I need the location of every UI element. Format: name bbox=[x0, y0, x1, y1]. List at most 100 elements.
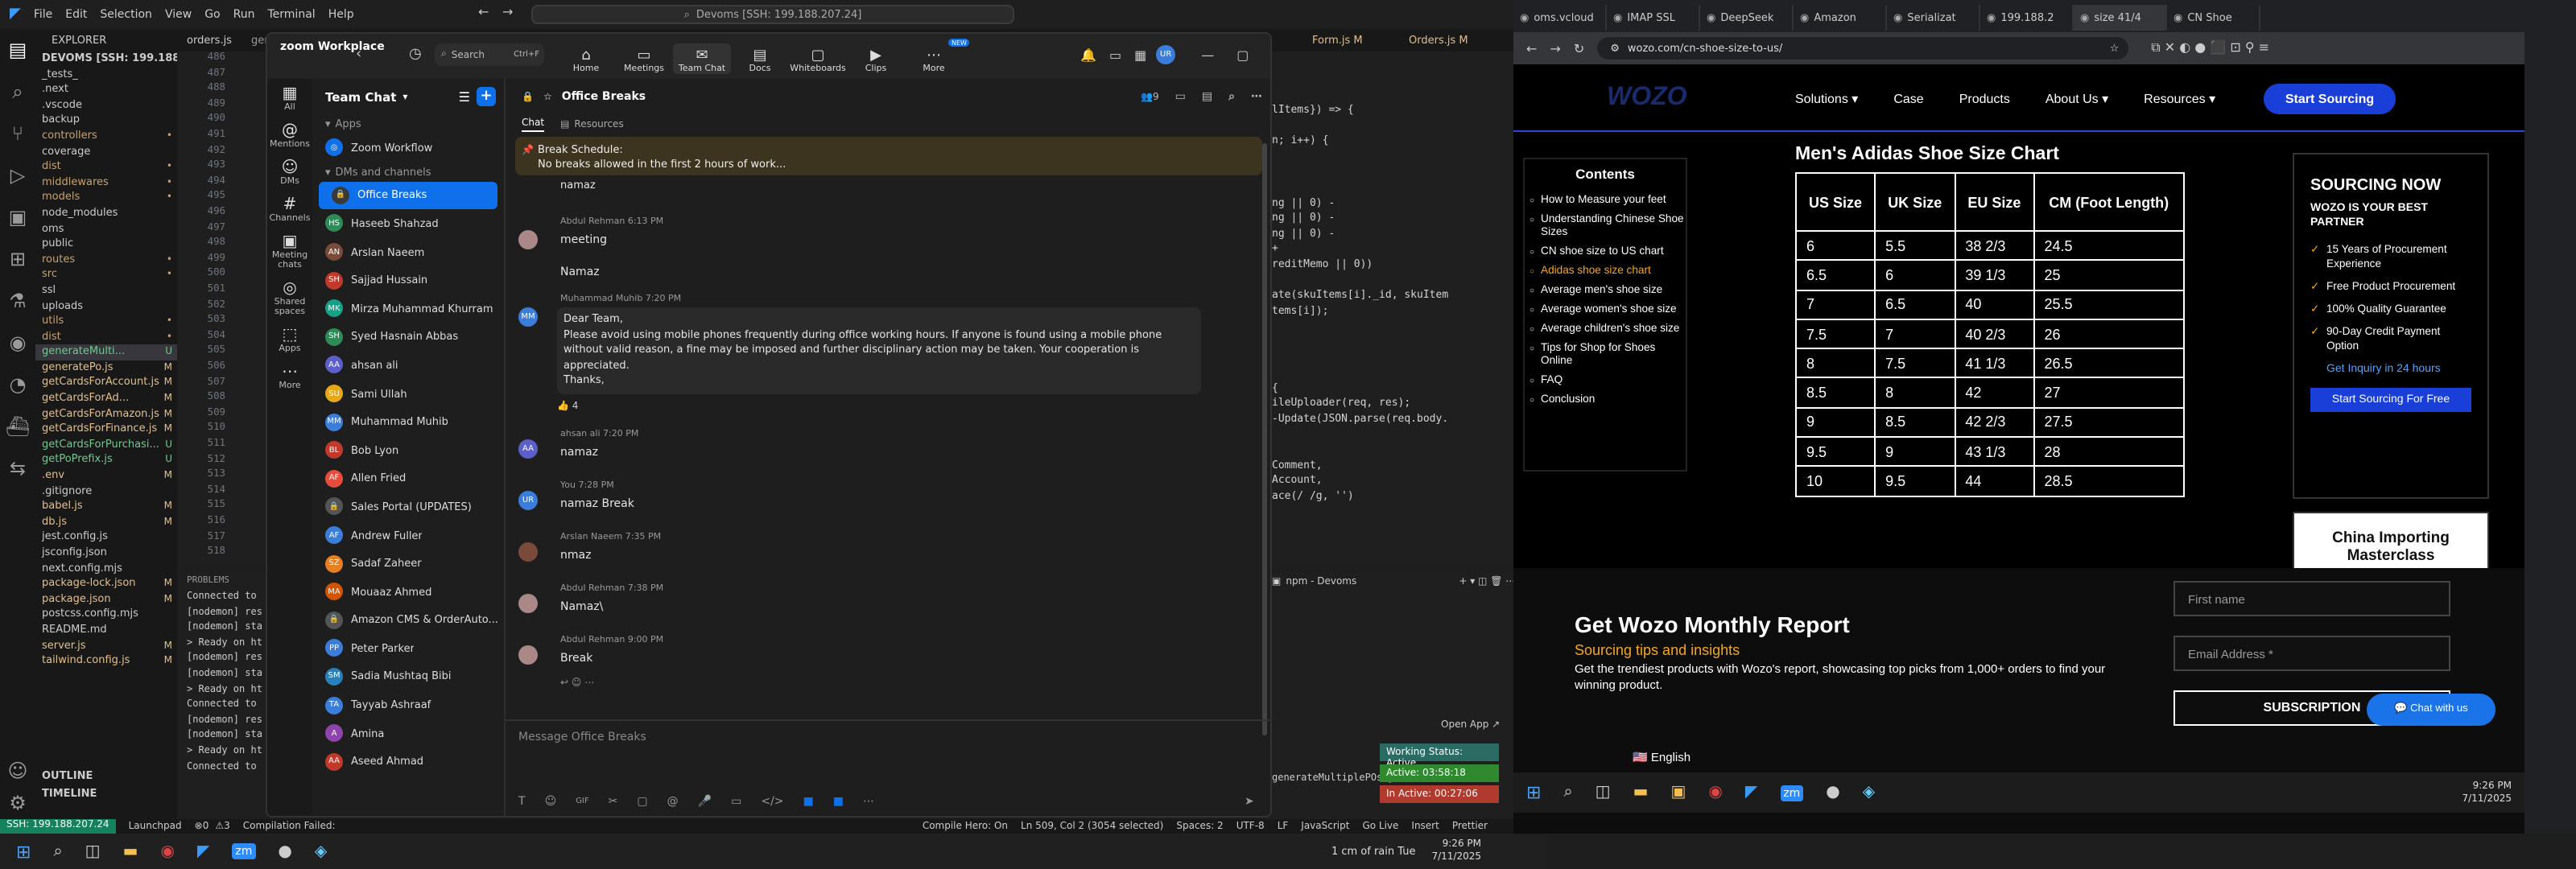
site-nav-item[interactable]: Resources ▾ bbox=[2144, 92, 2215, 106]
browser-tab[interactable]: ◉ DeepSeek bbox=[1700, 5, 1794, 31]
clock-left[interactable]: 9:26 PM 7/11/2025 bbox=[1431, 838, 1481, 864]
channel-item[interactable]: A Amina bbox=[312, 719, 504, 748]
code-icon[interactable]: </> bbox=[761, 795, 783, 808]
forward-arrow-icon[interactable]: → bbox=[502, 5, 513, 19]
file-tree-item[interactable]: db.js M bbox=[35, 515, 177, 530]
menu-edit[interactable]: Edit bbox=[65, 8, 87, 21]
channel-item[interactable]: TA Tayyab Ashraaf bbox=[312, 691, 504, 719]
mention-icon[interactable]: @ bbox=[667, 795, 679, 808]
chrome-icon[interactable]: ◉ bbox=[160, 842, 174, 860]
nav-more[interactable]: ⋯ More bbox=[905, 43, 963, 73]
prettier-status[interactable]: Prettier bbox=[1452, 821, 1488, 832]
file-tree-item[interactable]: models • bbox=[35, 191, 177, 206]
file-tree-item[interactable]: ssl bbox=[35, 283, 177, 299]
error-count[interactable]: 0 bbox=[203, 821, 209, 832]
calendar-icon[interactable]: ▦ bbox=[1134, 47, 1146, 62]
menu-selection[interactable]: Selection bbox=[100, 8, 152, 21]
channel-item[interactable]: SH Syed Hasnain Abbas bbox=[312, 323, 504, 351]
file-tree-item[interactable]: routes • bbox=[35, 252, 177, 267]
file-tree-item[interactable]: next.config.mjs bbox=[35, 561, 177, 576]
file-tree-item[interactable]: getCardsForFinance.js M bbox=[35, 422, 177, 438]
menu-terminal[interactable]: Terminal bbox=[268, 8, 316, 21]
channel-item[interactable]: SM Sadia Mushtaq Bibi bbox=[312, 662, 504, 690]
channel-item[interactable]: 🔒 Amazon CMS & OrderAuto... bbox=[312, 606, 504, 634]
zoom-workflow-item[interactable]: ◎ Zoom Workflow bbox=[312, 134, 504, 162]
avatar[interactable] bbox=[518, 594, 538, 613]
video-icon[interactable]: ▭ bbox=[1175, 90, 1186, 103]
nav-clips[interactable]: ▶ Clips bbox=[847, 43, 905, 73]
emoji-icon[interactable]: ☺ bbox=[545, 795, 557, 808]
workspace-root[interactable]: DEVOMS [SSH: 199.188.20... bbox=[35, 51, 177, 67]
back-arrow-icon[interactable]: ← bbox=[478, 5, 489, 19]
source-control-icon[interactable]: ⑂ bbox=[0, 113, 35, 154]
file-tree-item[interactable]: middlewares • bbox=[35, 175, 177, 191]
author-name[interactable]: You bbox=[560, 481, 576, 491]
chat-with-us-button[interactable]: 💬 Chat with us bbox=[2367, 694, 2496, 726]
author-name[interactable]: Abdul Rehman bbox=[560, 584, 625, 594]
sidebar-item-mentions[interactable]: @ Mentions bbox=[267, 122, 312, 150]
file-tree-item[interactable]: tailwind.config.js M bbox=[35, 653, 177, 669]
history-icon[interactable]: ◷ bbox=[409, 47, 422, 63]
file-tree-item[interactable]: jest.config.js bbox=[35, 530, 177, 546]
new-chat-button[interactable]: + bbox=[477, 87, 496, 106]
outline-section[interactable]: OUTLINE bbox=[35, 769, 177, 785]
browser-tab[interactable]: ◉ 199.188.2 bbox=[1980, 5, 2074, 31]
remote-indicator[interactable]: SSH: 199.188.207.24 bbox=[0, 819, 116, 834]
contents-item[interactable]: ○ Conclusion bbox=[1525, 394, 1686, 407]
avatar[interactable]: UR bbox=[518, 491, 538, 510]
file-tree-item[interactable]: dist • bbox=[35, 159, 177, 175]
indentation[interactable]: Spaces: 2 bbox=[1176, 821, 1223, 832]
author-name[interactable]: Arslan Naeem bbox=[560, 533, 622, 542]
file-tree-item[interactable]: .gitignore bbox=[35, 484, 177, 499]
zoom-icon[interactable]: zm bbox=[1780, 785, 1804, 801]
chrome-icon[interactable]: ◉ bbox=[1708, 784, 1722, 801]
file-tree-item[interactable]: src • bbox=[35, 268, 177, 283]
start-sourcing-button[interactable]: Start Sourcing bbox=[2264, 84, 2396, 114]
message-actions[interactable]: ↩ ☺ ⋯ bbox=[560, 677, 594, 689]
contents-item[interactable]: ○ Average women's shoe size bbox=[1525, 304, 1686, 317]
whiteboard-icon[interactable]: ▭ bbox=[1109, 47, 1121, 62]
avatar[interactable] bbox=[518, 645, 538, 665]
go-live[interactable]: Go Live bbox=[1362, 821, 1398, 832]
timeline-section[interactable]: TIMELINE bbox=[35, 787, 177, 802]
pinned-message[interactable]: 📌 Break Schedule: No breaks allowed in t… bbox=[515, 137, 1262, 175]
app-icon-2[interactable]: ■ bbox=[833, 795, 844, 808]
message-input[interactable]: Message Office Breaks bbox=[518, 731, 646, 743]
file-tree-item[interactable]: generatePo.js M bbox=[35, 360, 177, 376]
run-debug-icon[interactable]: ▷ bbox=[0, 154, 35, 196]
remote-explorer-icon[interactable]: ▣ bbox=[0, 196, 35, 238]
file-tree-item[interactable]: oms bbox=[35, 221, 177, 237]
file-tree-item[interactable]: getCardsForAccount.js M bbox=[35, 376, 177, 391]
file-tree-item[interactable]: README.md bbox=[35, 623, 177, 638]
author-name[interactable]: Muhammad Muhib bbox=[560, 294, 642, 304]
sidebar-item-more[interactable]: ⋯ More bbox=[267, 364, 312, 391]
contents-item[interactable]: ○ CN shoe size to US chart bbox=[1525, 246, 1686, 259]
panel-tab-problems[interactable]: PROBLEMS bbox=[177, 571, 266, 591]
testing-icon[interactable]: ⚗ bbox=[0, 280, 35, 322]
launchpad-item[interactable]: Launchpad bbox=[129, 821, 182, 832]
author-name[interactable]: ahsan ali bbox=[560, 430, 601, 439]
format-icon[interactable]: T bbox=[518, 795, 526, 808]
attach-icon[interactable]: ▢ bbox=[637, 795, 647, 808]
file-tree-item[interactable]: dist • bbox=[35, 329, 177, 344]
apps-section-header[interactable]: ▾ Apps bbox=[312, 114, 504, 134]
search-icon[interactable]: ⌕ bbox=[0, 71, 35, 113]
browser-tab[interactable]: ◉ Serializat bbox=[1887, 5, 1980, 31]
contents-item[interactable]: ○ Average men's shoe size bbox=[1525, 285, 1686, 298]
vscode-icon[interactable]: ◤ bbox=[197, 842, 209, 860]
gear-icon[interactable]: ⚙ bbox=[0, 782, 35, 824]
store-icon[interactable]: ▣ bbox=[1670, 784, 1686, 801]
windows-start-icon[interactable]: ⊞ bbox=[16, 841, 31, 862]
author-name[interactable]: Abdul Rehman bbox=[560, 636, 625, 645]
nav-meetings[interactable]: ▭ Meetings bbox=[615, 43, 673, 73]
chat-scrollbar[interactable] bbox=[1262, 143, 1267, 735]
file-tree-item[interactable]: package-lock.json M bbox=[35, 576, 177, 591]
team-chat-title[interactable]: Team Chat bbox=[325, 89, 396, 104]
live-share-icon[interactable]: ⇆ bbox=[0, 447, 35, 489]
file-tree-item[interactable]: getCardsForAd... M bbox=[35, 391, 177, 406]
file-tree-item[interactable]: uploads bbox=[35, 299, 177, 314]
extensions-icon[interactable]: ⊞ bbox=[0, 238, 35, 280]
contents-item[interactable]: ○ Tips for Shop for Shoes Online bbox=[1525, 343, 1686, 369]
start-sourcing-free-button[interactable]: Start Sourcing For Free bbox=[2310, 388, 2471, 412]
members-icon[interactable]: 👥9 bbox=[1141, 91, 1159, 102]
